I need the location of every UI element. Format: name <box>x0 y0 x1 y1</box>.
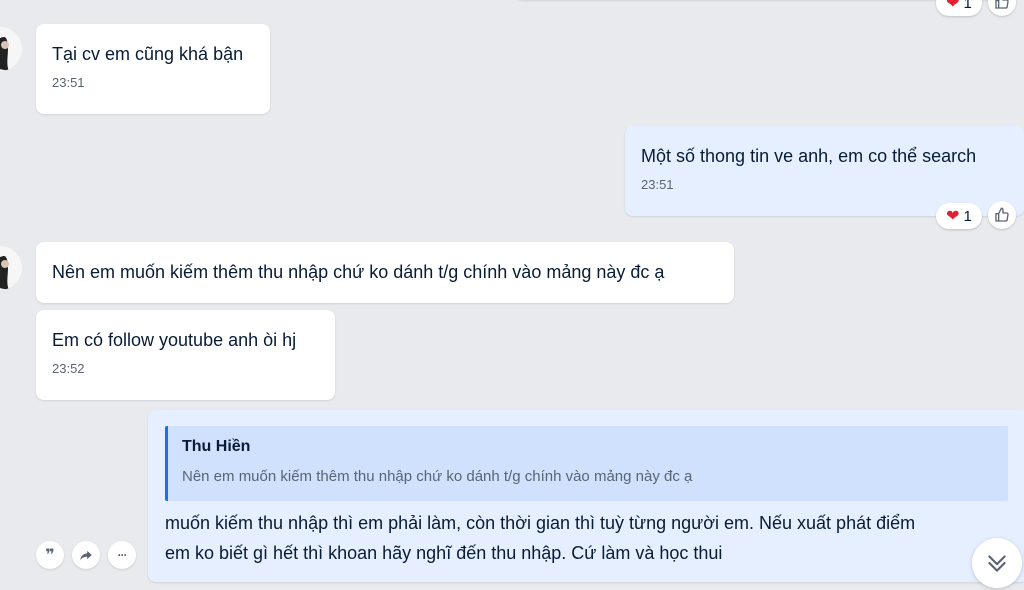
message-text: Em có follow youtube anh òi hj <box>52 330 297 350</box>
message-text: Một số thong tin ve anh, em co thể searc… <box>641 146 977 166</box>
heart-icon: ❤ <box>946 0 960 12</box>
reaction-pill[interactable]: ❤ 1 <box>936 203 982 229</box>
message-time: 23:51 <box>52 75 85 90</box>
avatar[interactable] <box>0 27 22 71</box>
reaction-count: 1 <box>963 207 972 225</box>
reply-text: muốn kiếm thu nhập thì em phải làm, còn … <box>165 508 1015 568</box>
avatar-image <box>0 246 22 290</box>
message-text: Nên em muốn kiếm thêm thu nhập chứ ko dá… <box>52 262 665 282</box>
avatar-image <box>0 27 22 71</box>
reply-text-line: muốn kiếm thu nhập thì em phải làm, còn … <box>165 513 916 533</box>
message-time: 23:52 <box>52 361 85 376</box>
message-bubble[interactable]: Tại cv em cũng khá bận 23:51 <box>36 24 270 114</box>
share-icon <box>80 550 92 561</box>
quoted-message[interactable]: Thu Hiền Nên em muốn kiếm thêm thu nhập … <box>165 426 1008 501</box>
thumbs-up-icon <box>995 0 1009 9</box>
share-button[interactable] <box>72 541 100 569</box>
previous-reaction-pill[interactable]: ❤ 1 <box>936 0 982 16</box>
more-button[interactable]: ··· <box>108 541 136 569</box>
previous-like-button[interactable] <box>988 0 1016 16</box>
message-bubble[interactable]: Nên em muốn kiếm thêm thu nhập chứ ko dá… <box>36 242 734 303</box>
message-time: 23:51 <box>641 177 674 192</box>
quoted-sender-name: Thu Hiền <box>182 438 251 455</box>
quote-icon: ❞ <box>45 547 55 564</box>
quote-button[interactable]: ❞ <box>36 541 64 569</box>
quoted-text: Nên em muốn kiếm thêm thu nhập chứ ko dá… <box>182 468 693 485</box>
message-text: Tại cv em cũng khá bận <box>52 44 244 64</box>
thumbs-up-icon <box>995 207 1009 222</box>
scroll-to-bottom-button[interactable] <box>972 538 1022 588</box>
chat-panel: ❤ 1 Tại cv em cũng khá bận 23:51 Một số … <box>0 0 1024 590</box>
reaction-count: 1 <box>963 0 972 12</box>
avatar[interactable] <box>0 246 22 290</box>
more-icon: ··· <box>117 548 128 562</box>
message-bubble[interactable]: Em có follow youtube anh òi hj 23:52 <box>36 310 335 400</box>
heart-icon: ❤ <box>946 208 960 225</box>
like-button[interactable] <box>988 201 1016 229</box>
double-chevron-down-icon <box>988 555 1006 572</box>
reply-text-line: em ko biết gì hết thì khoan hãy nghĩ đến… <box>165 543 723 563</box>
